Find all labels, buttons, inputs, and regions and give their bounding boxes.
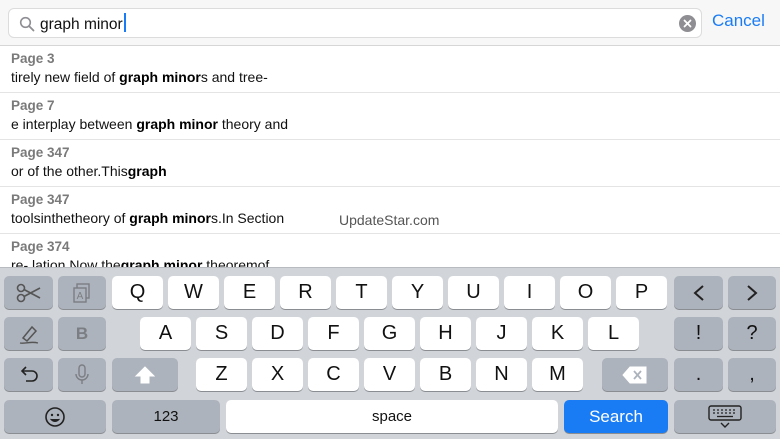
- left-arrow-icon: [692, 284, 704, 301]
- key-g[interactable]: G: [364, 317, 415, 350]
- result-snippet: toolsinthetheory of graph minors.In Sect…: [11, 210, 285, 226]
- question-key[interactable]: ?: [728, 317, 776, 350]
- right-arrow-icon: [747, 284, 758, 301]
- cursor-left-key[interactable]: [674, 276, 723, 309]
- key-m[interactable]: M: [532, 358, 583, 391]
- shift-icon: [134, 365, 156, 383]
- copy-icon: A: [73, 282, 90, 303]
- highlight-icon: [19, 325, 38, 344]
- result-page-label: Page 3: [11, 51, 55, 66]
- dismiss-keyboard-key[interactable]: [674, 400, 776, 433]
- result-snippet: re- lation.Now thegraph minor theoremof: [11, 257, 270, 267]
- cancel-button[interactable]: Cancel: [712, 11, 765, 31]
- search-result[interactable]: Page 347 or of the other.Thisgraph: [0, 140, 780, 187]
- key-v[interactable]: V: [364, 358, 415, 391]
- key-w[interactable]: W: [168, 276, 219, 309]
- search-icon: [19, 16, 35, 32]
- numbers-key[interactable]: 123: [112, 400, 220, 433]
- search-result[interactable]: Page 7 e interplay between graph minor t…: [0, 93, 780, 140]
- key-f[interactable]: F: [308, 317, 359, 350]
- microphone-icon: [75, 363, 89, 384]
- emoji-key[interactable]: [4, 400, 106, 433]
- dictation-key[interactable]: [58, 358, 106, 391]
- result-snippet: e interplay between graph minor theory a…: [11, 116, 289, 132]
- keyboard-dismiss-icon: [708, 404, 742, 428]
- key-o[interactable]: O: [560, 276, 611, 309]
- key-t[interactable]: T: [336, 276, 387, 309]
- search-results-list: Page 3 tirely new field of graph minors …: [0, 46, 780, 267]
- result-page-label: Page 347: [11, 145, 70, 160]
- result-snippet: or of the other.Thisgraph: [11, 163, 167, 179]
- key-d[interactable]: D: [252, 317, 303, 350]
- backspace-icon: [622, 366, 647, 383]
- key-u[interactable]: U: [448, 276, 499, 309]
- space-key[interactable]: space: [226, 400, 558, 433]
- undo-key[interactable]: [4, 358, 53, 391]
- key-e[interactable]: E: [224, 276, 275, 309]
- shift-key[interactable]: [112, 358, 178, 391]
- scissors-icon: [16, 283, 40, 302]
- search-result[interactable]: Page 374 re- lation.Now thegraph minor t…: [0, 234, 780, 267]
- key-y[interactable]: Y: [392, 276, 443, 309]
- key-q[interactable]: Q: [112, 276, 163, 309]
- key-z[interactable]: Z: [196, 358, 247, 391]
- svg-text:A: A: [77, 291, 84, 302]
- key-c[interactable]: C: [308, 358, 359, 391]
- key-j[interactable]: J: [476, 317, 527, 350]
- result-page-label: Page 347: [11, 192, 70, 207]
- search-result[interactable]: Page 3 tirely new field of graph minors …: [0, 46, 780, 93]
- undo-icon: [20, 365, 38, 382]
- emoji-icon: [45, 406, 65, 427]
- cursor-right-key[interactable]: [728, 276, 776, 309]
- watermark: UpdateStar.com: [339, 212, 440, 228]
- copy-key[interactable]: A: [58, 276, 106, 309]
- backspace-key[interactable]: [602, 358, 668, 391]
- search-input[interactable]: graph minor: [40, 13, 126, 35]
- bold-key[interactable]: B: [58, 317, 106, 350]
- highlight-key[interactable]: [4, 317, 53, 350]
- exclamation-key[interactable]: !: [674, 317, 723, 350]
- clear-search-icon[interactable]: [679, 15, 696, 32]
- period-key[interactable]: .: [674, 358, 723, 391]
- key-n[interactable]: N: [476, 358, 527, 391]
- key-r[interactable]: R: [280, 276, 331, 309]
- result-page-label: Page 7: [11, 98, 55, 113]
- key-l[interactable]: L: [588, 317, 639, 350]
- key-h[interactable]: H: [420, 317, 471, 350]
- key-p[interactable]: P: [616, 276, 667, 309]
- key-b[interactable]: B: [420, 358, 471, 391]
- result-page-label: Page 374: [11, 239, 70, 254]
- search-bar: graph minor Cancel: [0, 0, 780, 46]
- on-screen-keyboard: A Q W E R T Y U I O P B A S D F G H J K …: [0, 267, 780, 439]
- cut-key[interactable]: [4, 276, 53, 309]
- comma-key[interactable]: ,: [728, 358, 776, 391]
- key-x[interactable]: X: [252, 358, 303, 391]
- key-a[interactable]: A: [140, 317, 191, 350]
- search-field[interactable]: graph minor: [8, 8, 702, 38]
- result-snippet: tirely new field of graph minors and tre…: [11, 69, 268, 85]
- search-key[interactable]: Search: [564, 400, 668, 433]
- key-k[interactable]: K: [532, 317, 583, 350]
- key-s[interactable]: S: [196, 317, 247, 350]
- key-i[interactable]: I: [504, 276, 555, 309]
- text-caret: [123, 13, 126, 32]
